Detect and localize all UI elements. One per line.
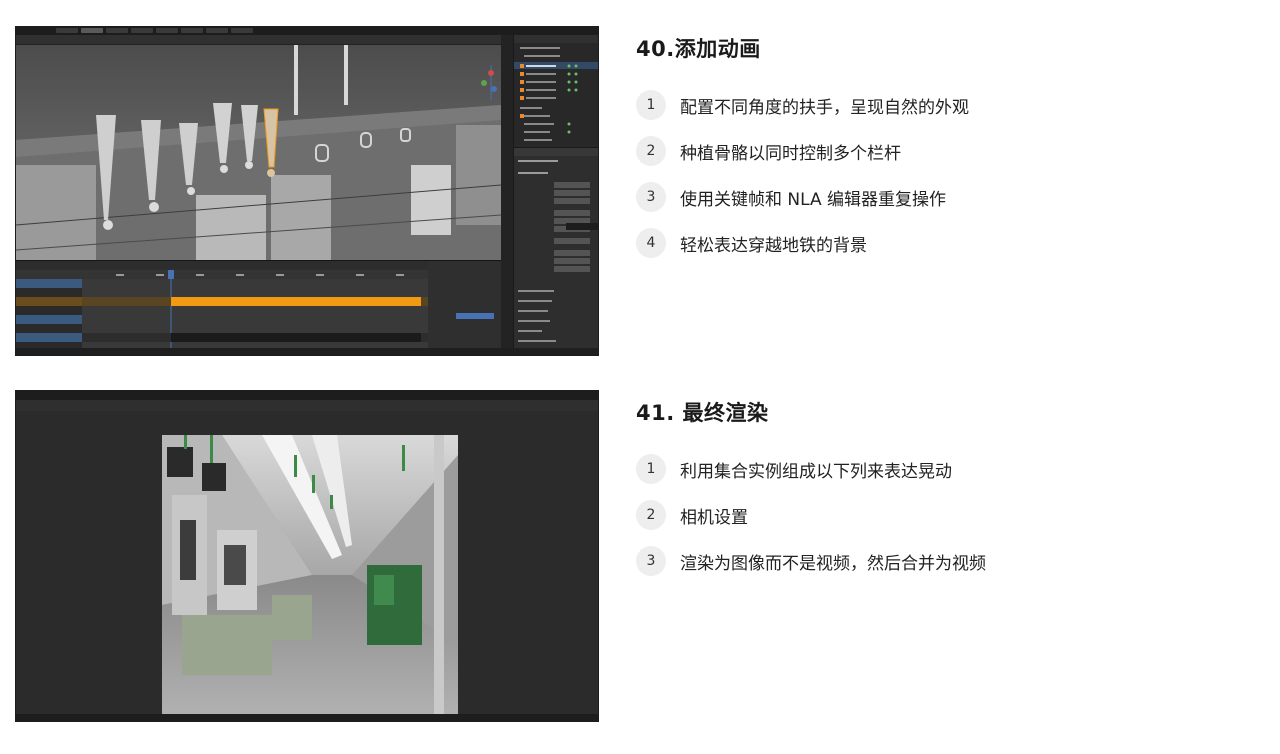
blender-render-screenshot [15,390,599,722]
list-item: 1 配置不同角度的扶手，呈现自然的外观 [636,90,1256,120]
list-item: 2 种植骨骼以同时控制多个栏杆 [636,136,1256,166]
3d-viewport [16,45,501,260]
section-final-render: 41. 最终渲染 1 利用集合实例组成以下列来表达晃动 2 相机设置 3 渲染为… [0,390,1280,722]
step-number-badge: 2 [636,136,666,166]
step-number-badge: 1 [636,454,666,484]
step-number-badge: 3 [636,546,666,576]
section-text: 41. 最终渲染 1 利用集合实例组成以下列来表达晃动 2 相机设置 3 渲染为… [636,398,1256,592]
properties-tab-strip[interactable] [501,35,513,355]
list-item: 1 利用集合实例组成以下列来表达晃动 [636,454,1256,484]
status-bar [16,348,598,355]
section-add-animation: 40.添加动画 1 配置不同角度的扶手，呈现自然的外观 2 种植骨骼以同时控制多… [0,26,1280,356]
outliner-rows-icon [514,35,598,141]
section-heading: 41. 最终渲染 [636,401,769,425]
step-text: 渲染为图像而不是视频，然后合并为视频 [680,553,986,574]
blender-top-bar [16,27,598,35]
properties-panel[interactable] [513,147,598,355]
list-item: 2 相机设置 [636,500,1256,530]
step-number-badge: 4 [636,228,666,258]
status-bar [16,714,598,721]
step-list: 1 配置不同角度的扶手，呈现自然的外观 2 种植骨骼以同时控制多个栏杆 3 使用… [636,90,1256,258]
subway-render-image-icon [162,435,458,721]
list-item: 4 轻松表达穿越地铁的背景 [636,228,1256,258]
camera-frame [162,435,458,721]
list-item: 3 使用关键帧和 NLA 编辑器重复操作 [636,182,1256,212]
step-number-badge: 1 [636,90,666,120]
viewport-header [16,400,598,411]
step-text: 轻松表达穿越地铁的背景 [680,235,867,256]
blender-top-bar [16,391,598,400]
step-number-badge: 2 [636,500,666,530]
outliner-panel[interactable] [513,35,598,147]
properties-fields-icon [514,148,598,352]
nla-editor[interactable] [16,260,501,355]
step-number-badge: 3 [636,182,666,212]
nla-tracks-icon [16,261,501,355]
step-text: 相机设置 [680,507,748,528]
list-item: 3 渲染为图像而不是视频，然后合并为视频 [636,546,1256,576]
step-text: 配置不同角度的扶手，呈现自然的外观 [680,97,969,118]
section-heading: 40.添加动画 [636,37,761,61]
subway-interior-wireframe-icon [16,45,501,260]
blender-animation-screenshot [15,26,599,356]
rendered-viewport [16,411,598,721]
step-list: 1 利用集合实例组成以下列来表达晃动 2 相机设置 3 渲染为图像而不是视频，然… [636,454,1256,576]
section-text: 40.添加动画 1 配置不同角度的扶手，呈现自然的外观 2 种植骨骼以同时控制多… [636,34,1256,274]
step-text: 种植骨骼以同时控制多个栏杆 [680,143,901,164]
step-text: 利用集合实例组成以下列来表达晃动 [680,461,952,482]
step-text: 使用关键帧和 NLA 编辑器重复操作 [680,189,947,210]
